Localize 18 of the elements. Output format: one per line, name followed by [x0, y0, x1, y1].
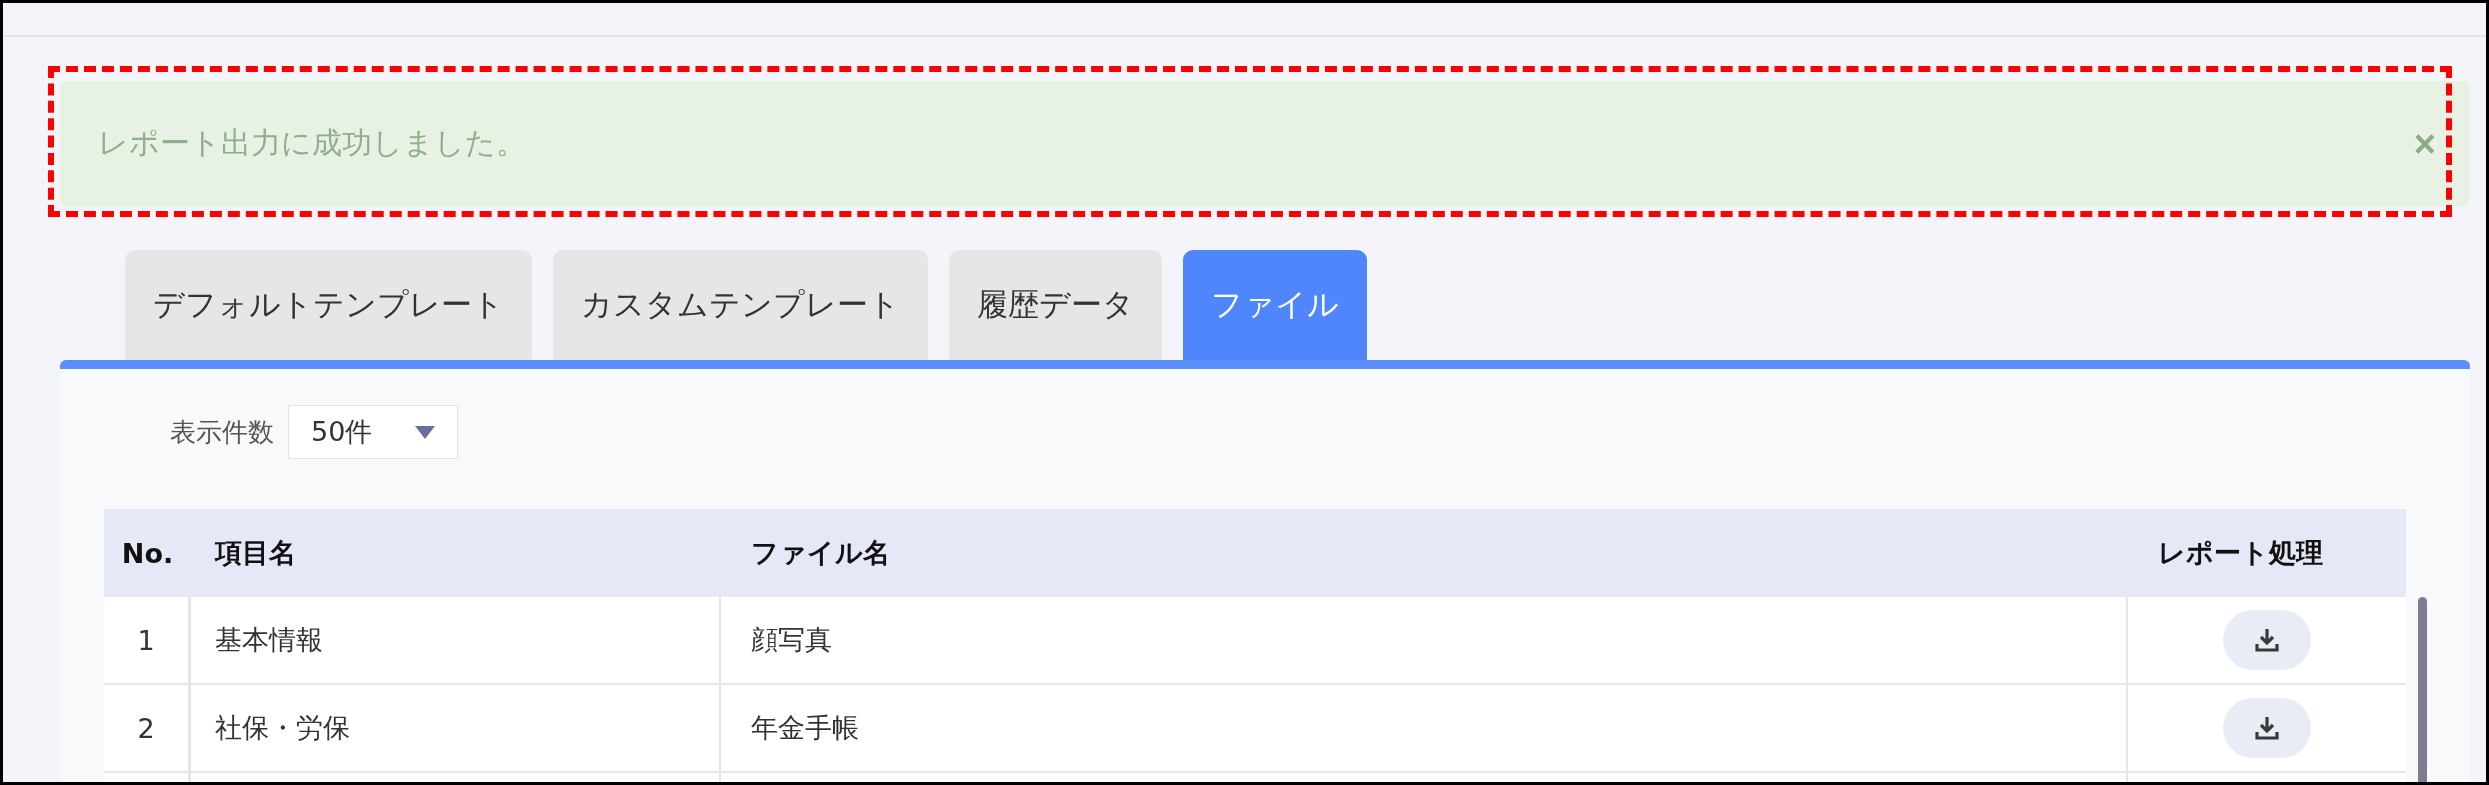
column-header: ファイル名 [750, 536, 891, 570]
column-header: 項目名 [213, 536, 297, 570]
download-icon [2254, 715, 2280, 741]
table-cell: 基本情報 [191, 597, 721, 683]
scrollbar[interactable] [2418, 597, 2427, 782]
page-size-label: 表示件数 [170, 415, 274, 449]
download-icon [2254, 627, 2280, 653]
table-cell: 顔写真 [721, 597, 2128, 683]
table-cell: 年金手帳 [721, 685, 2128, 771]
alert-message: レポート出力に成功しました。 [98, 124, 526, 162]
column-header: No. [120, 536, 175, 571]
tab[interactable]: 履歴データ [949, 250, 1162, 360]
column-header: レポート処理 [2157, 536, 2324, 570]
caret-icon [415, 425, 435, 439]
table-cell: 社保・労保 [191, 685, 721, 771]
tab[interactable]: デフォルトテンプレート [125, 250, 532, 360]
tab[interactable]: カスタムテンプレート [553, 250, 928, 360]
page-size-select[interactable]: 50件 [288, 405, 458, 459]
